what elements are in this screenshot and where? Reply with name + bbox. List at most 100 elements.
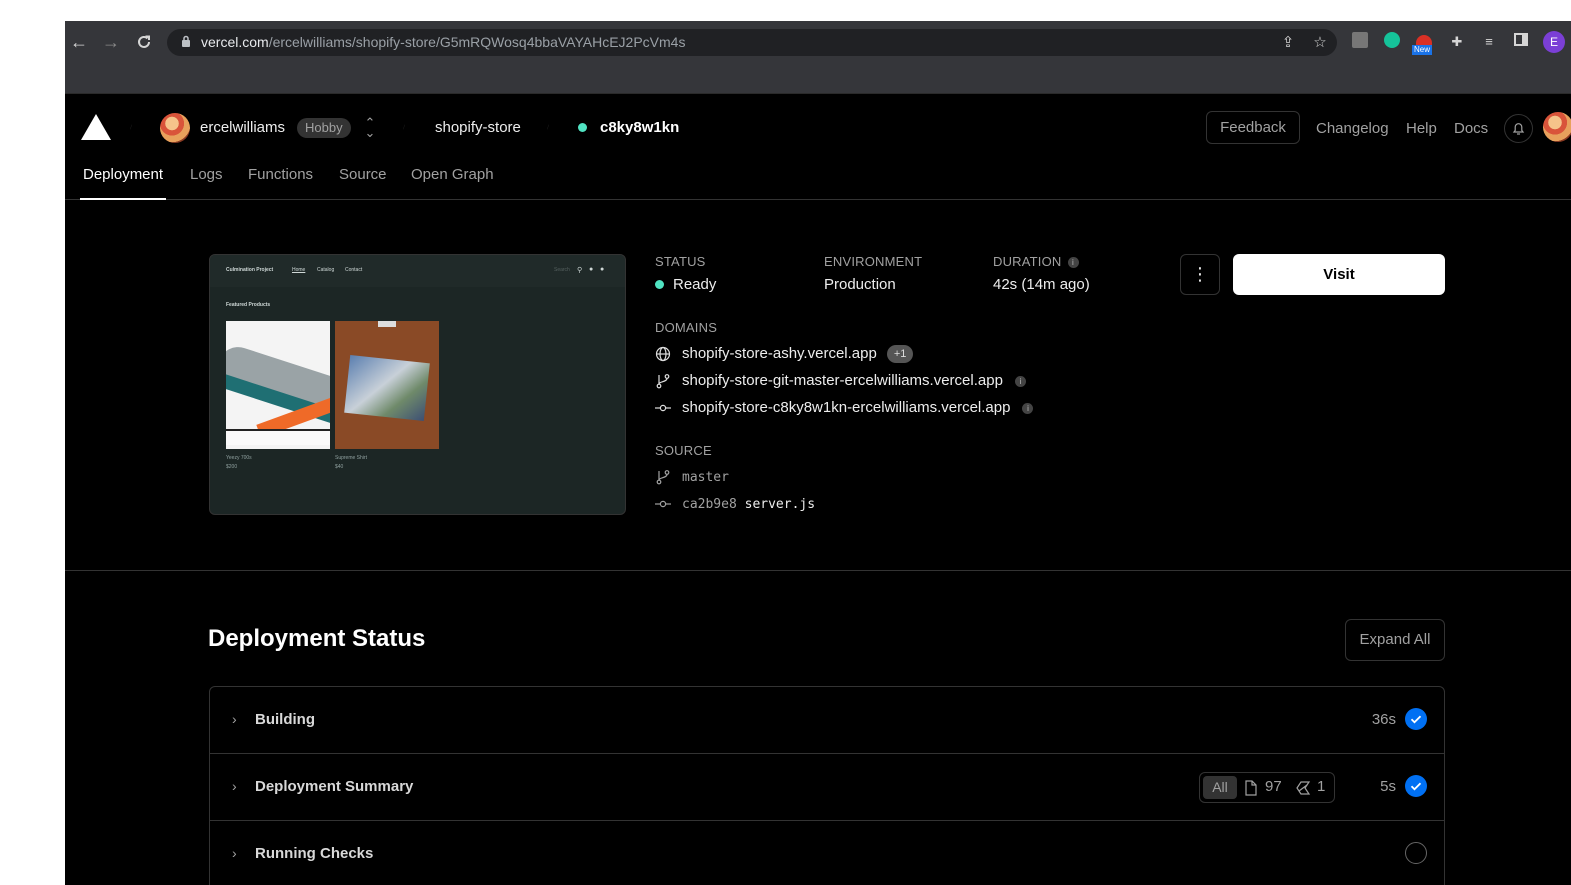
new-badge: New [1412,45,1433,55]
switcher-chevrons-icon[interactable]: ⌃ ⌄ [363,116,377,139]
url-text[interactable]: vercel.com/ercelwilliams/shopify-store/G… [201,34,685,50]
status-row-building[interactable]: › Building 36s [210,687,1444,754]
filter-files-count[interactable]: 97 [1265,778,1282,795]
preview-search: Search [554,267,570,273]
user-avatar[interactable] [1543,112,1571,142]
source-branch[interactable]: master [682,470,729,485]
profile-avatar[interactable]: E [1543,31,1565,53]
preview-search-icon: ⚲ [577,267,583,274]
preview-user-icon: ● [589,266,594,273]
bookmark-star-icon[interactable]: ☆ [1310,33,1330,53]
project-name[interactable]: shopify-store [435,119,521,136]
status-row-title: Building [255,711,315,728]
changelog-link[interactable]: Changelog [1316,120,1389,137]
environment-value: Production [824,276,896,293]
preview-product-price: $40 [335,464,344,470]
preview-site-title: Culmination Project [226,267,274,273]
reload-icon[interactable] [132,31,156,53]
team-avatar[interactable] [160,113,190,143]
check-circle-icon [1405,708,1427,730]
git-commit-icon [655,404,671,412]
source-label: SOURCE [655,443,712,458]
status-row-running-checks[interactable]: › Running Checks [210,821,1444,885]
extra-domains-badge[interactable]: +1 [886,345,914,363]
more-options-button[interactable]: ⋮ [1180,254,1220,295]
status-row-duration: 5s [1380,778,1396,795]
tab-deployment[interactable]: Deployment [79,166,167,200]
preview-nav-item: Contact [345,267,363,273]
bell-icon [1512,123,1525,135]
vercel-logo-icon[interactable] [81,114,111,140]
new-extension-icon[interactable]: New [1412,32,1434,55]
separator-icon [403,124,405,130]
docs-link[interactable]: Docs [1454,120,1488,137]
info-icon[interactable]: i [1014,376,1026,387]
team-name[interactable]: ercelwilliams [200,119,285,136]
domain-link[interactable]: shopify-store-ashy.vercel.app +1 [682,345,914,363]
puzzle-icon[interactable]: ✚ [1447,32,1467,52]
deployment-id[interactable]: c8ky8w1kn [600,119,679,136]
lock-icon [182,35,190,47]
domain-link[interactable]: shopify-store-c8ky8w1kn-ercelwilliams.ve… [682,399,1034,416]
app-header: ercelwilliams Hobby ⌃ ⌄ shopify-store c8k… [65,94,1571,200]
preview-nav-item: Catalog [317,267,335,273]
info-icon[interactable]: i [1067,257,1079,268]
share-icon[interactable]: ⇪ [1278,33,1298,53]
plan-badge: Hobby [297,118,351,138]
domains-label: DOMAINS [655,320,718,335]
app-frame: ← → vercel.com/ercelwilliams/shopify-sto… [65,21,1571,885]
chevron-right-icon: › [232,845,237,861]
ready-status-dot [578,123,587,132]
visit-button[interactable]: Visit [1233,254,1445,295]
deployment-status-accordion: › Building 36s › Deployment Summary All … [209,686,1445,885]
deployment-status-title: Deployment Status [208,625,426,652]
source-commit[interactable]: ca2b9e8 server.js [682,497,815,512]
function-icon [1296,781,1311,795]
globe-icon [655,346,671,362]
grammarly-icon[interactable] [1382,32,1402,52]
preview-nav-item: Home [292,267,306,273]
back-icon[interactable]: ← [67,31,91,53]
git-branch-icon [656,374,670,389]
filter-all-button[interactable]: All [1203,776,1237,799]
reading-list-icon[interactable]: ≡ [1479,32,1499,52]
preview-product-image-shirt [335,321,439,449]
forward-icon[interactable]: → [99,31,123,53]
domain-link[interactable]: shopify-store-git-master-ercelwilliams.v… [682,372,1026,389]
git-commit-icon [655,500,671,508]
deployment-tabs: Deployment Logs Functions Source Open Gr… [65,166,765,200]
check-circle-icon [1405,775,1427,797]
tab-source[interactable]: Source [339,166,387,200]
side-panel-icon[interactable] [1511,32,1531,52]
info-icon[interactable]: i [1022,403,1034,414]
help-link[interactable]: Help [1406,120,1437,137]
preview-product-name: Yeezy 700s [226,455,252,461]
preview-product-image-shoe [226,321,330,449]
tab-functions[interactable]: Functions [248,166,313,200]
feedback-button[interactable]: Feedback [1206,111,1300,144]
pending-circle-icon [1405,842,1427,864]
tab-logs[interactable]: Logs [190,166,223,200]
address-bar[interactable]: vercel.com/ercelwilliams/shopify-store/G… [167,29,1337,56]
chevron-right-icon: › [232,711,237,727]
file-icon [1245,780,1257,796]
status-value: Ready [673,276,717,293]
status-row-deployment-summary[interactable]: › Deployment Summary All 97 1 5s [210,754,1444,821]
chevron-right-icon: › [232,778,237,794]
preview-navbar: Culmination Project Home Catalog Contact… [210,255,625,287]
notifications-button[interactable] [1504,114,1533,143]
ready-status-dot [655,280,664,289]
separator-icon [547,124,549,130]
duration-label: DURATION i [993,254,1079,269]
expand-all-button[interactable]: Expand All [1345,619,1445,661]
environment-label: ENVIRONMENT [824,254,923,269]
extension-icon[interactable] [1350,32,1370,52]
status-label: STATUS [655,254,706,269]
preview-product-name: Supreme Shirt [335,455,367,461]
tab-open-graph[interactable]: Open Graph [411,166,494,200]
filter-functions-count[interactable]: 1 [1317,778,1325,795]
deployment-preview[interactable]: Culmination Project Home Catalog Contact… [209,254,626,515]
git-branch-icon [656,470,670,485]
status-row-title: Running Checks [255,845,374,862]
preview-cart-icon: ● [600,266,605,273]
